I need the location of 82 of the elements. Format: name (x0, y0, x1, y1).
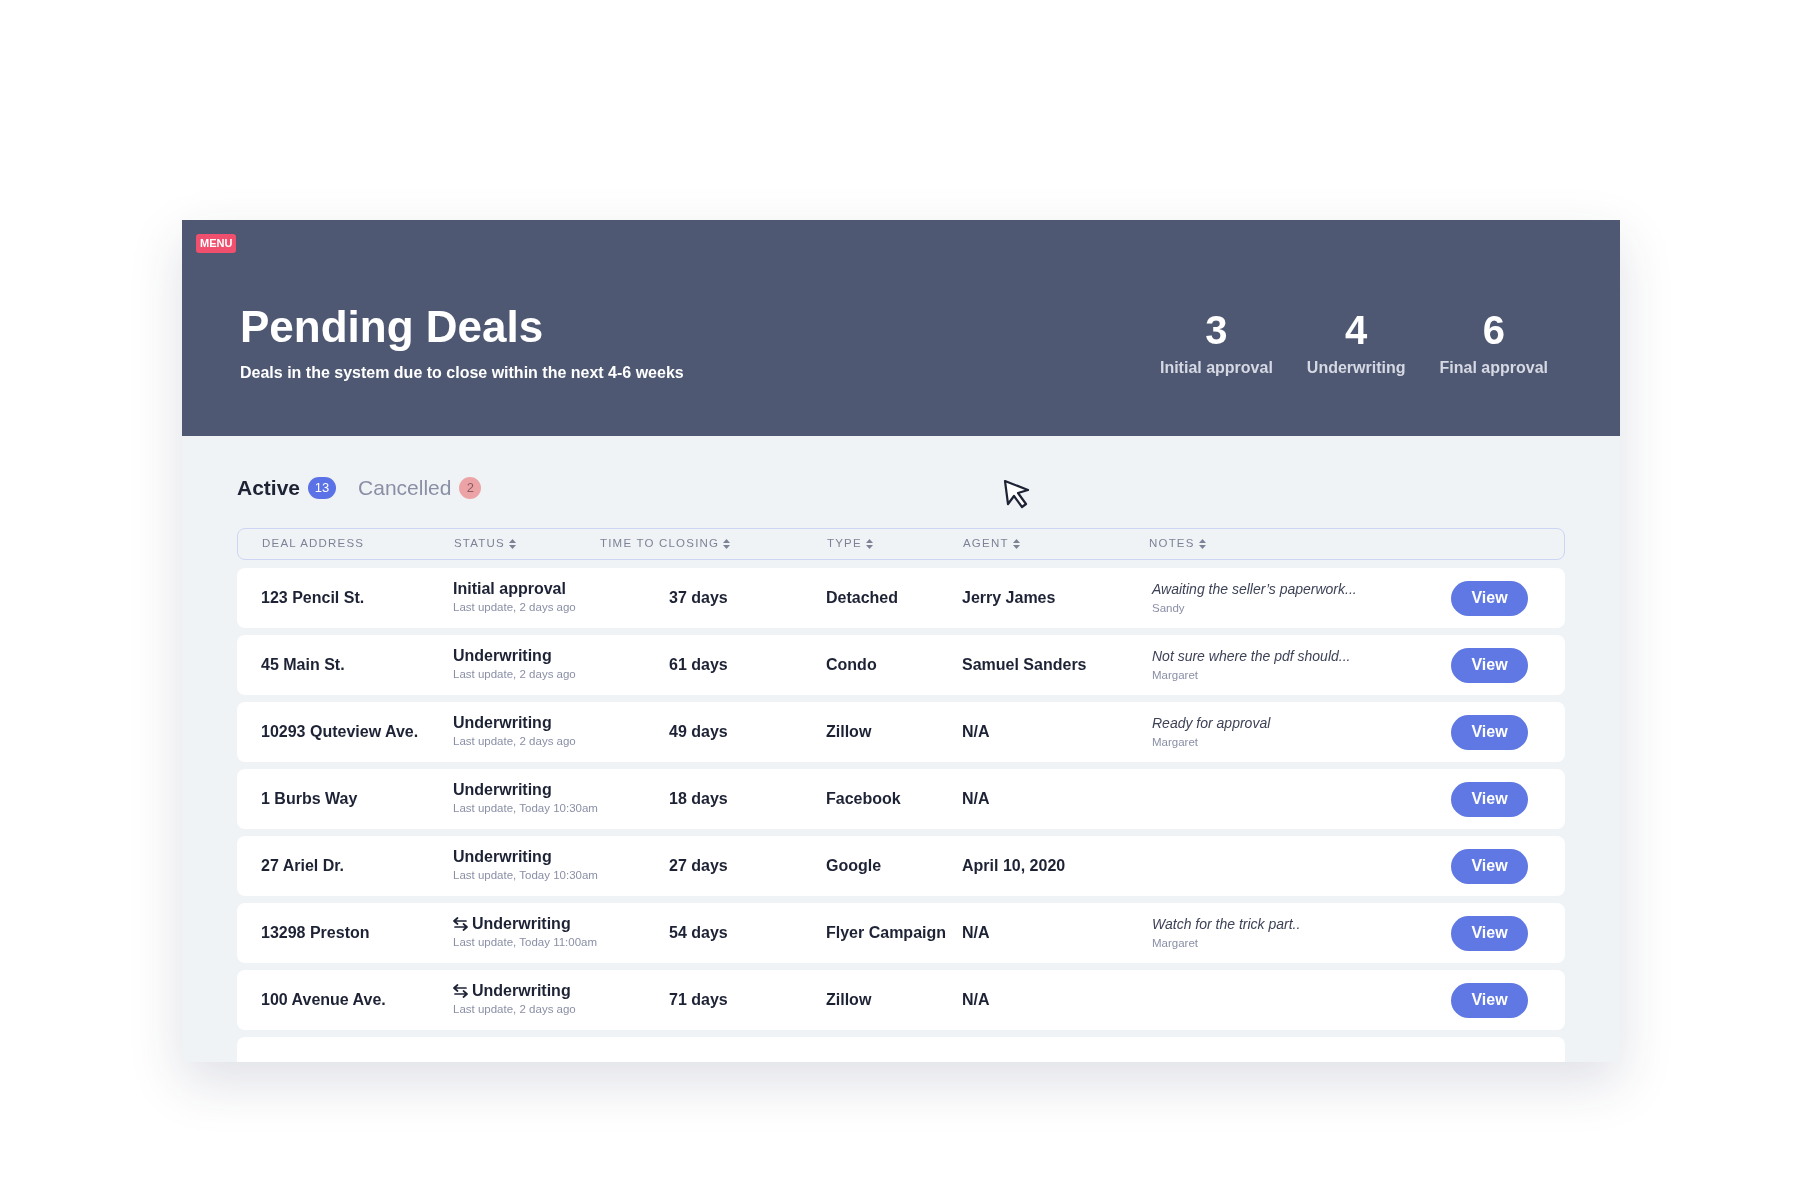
address-cell-text: 13298 Preston (261, 923, 371, 943)
agent-cell-text: N/A (962, 789, 991, 809)
view-button[interactable]: View (1451, 647, 1528, 683)
view-button[interactable]: View (1451, 982, 1528, 1018)
type-cell-text: Google (826, 856, 883, 876)
count-badge: 13 (308, 477, 337, 499)
status-text: Underwriting (453, 713, 552, 734)
sort-icon[interactable] (723, 539, 731, 549)
view-button[interactable]: View (1451, 580, 1528, 616)
type-cell-text: Zillow (826, 722, 873, 742)
mouse-cursor-icon (1002, 478, 1032, 510)
address-cell-text: 10293 Quteview Ave. (261, 722, 420, 742)
view-button[interactable]: View (1451, 781, 1528, 817)
last-update-text: Last update, 2 days ago (453, 1002, 577, 1018)
status-text: Underwriting (472, 914, 571, 935)
type-cell-text: Facebook (826, 789, 902, 809)
last-update-text: Last update, Today 11:00am (453, 935, 599, 951)
last-update-text: Last update, 2 days ago (453, 734, 577, 750)
stat-label: Initial approval (1159, 358, 1273, 378)
agent-cell-text: N/A (962, 990, 991, 1010)
sort-icon[interactable] (1012, 539, 1020, 549)
closing-cell-text: 71 days (668, 990, 729, 1010)
sort-icon[interactable] (1198, 539, 1206, 549)
note-author: Margaret (1152, 734, 1200, 750)
agent-cell-text: N/A (962, 722, 991, 742)
address-cell-text: 27 Ariel Dr. (261, 856, 345, 876)
status-text: Underwriting (453, 847, 552, 868)
column-header[interactable]: AGENT (963, 535, 1009, 553)
stat-value: 4 (1345, 310, 1368, 350)
type-cell-text: Flyer Campaign (826, 923, 948, 943)
note-text: Ready for approval (1152, 713, 1272, 733)
closing-cell-text: 49 days (668, 722, 729, 742)
address-cell-text: 123 Pencil St. (261, 588, 366, 608)
tab[interactable]: Active (237, 472, 301, 504)
sort-icon[interactable] (865, 539, 873, 549)
count-badge: 2 (459, 477, 482, 499)
stat-label: Underwriting (1306, 358, 1406, 378)
status-text: Underwriting (453, 780, 552, 801)
note-author: Margaret (1152, 667, 1200, 683)
column-header[interactable]: TIME TO CLOSING (600, 535, 720, 553)
column-header[interactable]: TYPE (827, 535, 862, 553)
address-cell-text: 100 Avenue Ave. (261, 990, 387, 1010)
sort-icon[interactable] (508, 539, 516, 549)
note-text: Watch for the trick part.. (1152, 914, 1302, 934)
agent-cell-text: N/A (962, 923, 991, 943)
last-update-text: Last update, Today 10:30am (453, 801, 599, 817)
view-button[interactable]: View (1451, 848, 1528, 884)
menu-button[interactable]: MENU (196, 234, 237, 253)
stat-label: Final approval (1439, 358, 1548, 378)
closing-cell-text: 27 days (668, 856, 729, 876)
status-text: Underwriting (472, 981, 571, 1002)
agent-cell-text: April 10, 2020 (962, 856, 1067, 876)
note-text: Awaiting the seller’s paperwork... (1152, 579, 1358, 599)
type-cell-text: Zillow (826, 990, 873, 1010)
note-author: Sandy (1152, 600, 1186, 616)
type-cell-text: Detached (826, 588, 900, 608)
page-subtitle: Deals in the system due to close within the next 4-6 weeks (240, 363, 684, 383)
stat-value: 6 (1482, 310, 1505, 350)
note-author: Margaret (1152, 935, 1200, 951)
column-header: DEAL ADDRESS (262, 536, 365, 552)
agent-cell-text: Jerry James (962, 588, 1057, 608)
column-header[interactable]: NOTES (1149, 535, 1195, 553)
agent-cell-text: Samuel Sanders (962, 655, 1088, 675)
stat-value: 3 (1205, 310, 1228, 350)
last-update-text: Last update, Today 10:30am (453, 868, 599, 884)
column-header[interactable]: STATUS (454, 535, 505, 553)
closing-cell-text: 18 days (668, 789, 729, 809)
last-update-text: Last update, 2 days ago (453, 667, 577, 683)
note-text: Not sure where the pdf should... (1152, 646, 1352, 666)
last-update-text: Last update, 2 days ago (453, 600, 577, 616)
type-cell-text: Condo (826, 655, 878, 675)
view-button[interactable]: View (1451, 714, 1528, 750)
tab[interactable]: Cancelled (358, 472, 452, 504)
closing-cell-text: 37 days (668, 588, 729, 608)
status-text: Underwriting (453, 646, 552, 667)
view-button[interactable]: View (1451, 915, 1528, 951)
status-text: Initial approval (453, 579, 566, 600)
page-title: Pending Deals (240, 305, 545, 349)
address-cell-text: 45 Main St. (261, 655, 346, 675)
closing-cell-text: 61 days (668, 655, 729, 675)
closing-cell-text: 54 days (668, 923, 729, 943)
address-cell-text: 1 Burbs Way (261, 789, 359, 809)
